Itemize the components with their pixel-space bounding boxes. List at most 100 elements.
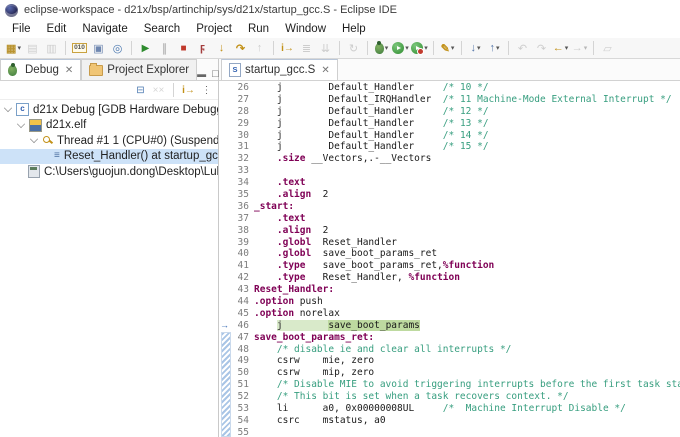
tab-startup-gcc[interactable]: S startup_gcc.S ✕ [221, 59, 338, 80]
tab-project-explorer-label: Project Explorer [107, 64, 189, 76]
code-line: 46 j save_boot_params [233, 320, 680, 332]
new-wizard-icon[interactable]: ▦▾ [5, 40, 22, 57]
line-number: 34 [233, 177, 254, 189]
workbench: Debug ✕ Project Explorer ▬ □ ⊟××i→⋮ cd21… [0, 59, 680, 437]
inspect-icon[interactable]: ◎ [109, 40, 126, 57]
code-text: .globl save_boot_params_ret [254, 248, 437, 260]
tree-item[interactable]: ≡Reset_Handler() at startup_gcc.S: [0, 149, 218, 165]
tree-item[interactable]: C:\Users\guojun.dong\Desktop\Luban [0, 164, 218, 180]
code-text: .text [254, 213, 306, 225]
code-line: 37 .text [233, 213, 680, 225]
frame-range-indicator [221, 332, 231, 437]
save-icon: ▤ [24, 40, 41, 57]
tab-project-explorer[interactable]: Project Explorer [81, 59, 197, 80]
code-line: 34 .text [233, 177, 680, 189]
step-over-icon[interactable]: ↷ [232, 40, 249, 57]
code-text: Reset_Handler: [254, 284, 334, 296]
menu-project[interactable]: Project [188, 22, 240, 36]
line-number: 29 [233, 118, 254, 130]
terminate-icon[interactable]: ■ [175, 40, 192, 57]
menu-bar: FileEditNavigateSearchProjectRunWindowHe… [0, 20, 680, 38]
code-line: 54 csrc mstatus, a0 [233, 415, 680, 427]
external-tools-icon[interactable]: ✎▾ [439, 40, 456, 57]
expander-icon[interactable] [4, 104, 12, 112]
code-text: .text [254, 177, 306, 189]
forward-icon: →▾ [571, 40, 588, 57]
expander-icon[interactable] [30, 135, 38, 143]
tab-debug[interactable]: Debug ✕ [0, 59, 81, 80]
menu-search[interactable]: Search [136, 22, 188, 36]
binary-file-icon[interactable]: 010 [71, 40, 88, 57]
instruction-stepping-icon[interactable]: i→ [279, 40, 296, 57]
code-text: li a0, 0x00000008UL /* Machine Interrupt… [254, 403, 626, 415]
code-text: /* This bit is set when a task recovers … [254, 391, 569, 403]
code-text: j save_boot_params [254, 320, 420, 332]
next-annotation-icon[interactable]: ↓▾ [467, 40, 484, 57]
line-number: 47 [233, 332, 254, 344]
view-menu-icon[interactable]: ⋮ [199, 83, 214, 98]
line-number: 46 [233, 320, 254, 332]
code-line: 53 li a0, 0x00000008UL /* Machine Interr… [233, 403, 680, 415]
step-into-icon[interactable]: ↓ [213, 40, 230, 57]
menu-edit[interactable]: Edit [39, 22, 75, 36]
last-edit-location-icon: ↶ [514, 40, 531, 57]
window-title: eclipse-workspace - d21x/bsp/artinchip/s… [24, 4, 397, 16]
code-line: 48 /* disable ie and clear all interrupt… [233, 344, 680, 356]
tree-item[interactable]: d21x.elf [0, 118, 218, 134]
minimize-view-icon[interactable]: ▬ [197, 69, 206, 79]
expander-icon[interactable] [17, 120, 25, 128]
menu-help[interactable]: Help [334, 22, 374, 36]
menu-file[interactable]: File [4, 22, 39, 36]
disconnect-icon[interactable]: ϝ [194, 40, 211, 57]
debug-launch-tree: cd21x Debug [GDB Hardware Debugging]d21x… [0, 100, 218, 180]
toolbar-separator [273, 41, 274, 55]
process-icon [28, 165, 40, 178]
tree-item-label: C:\Users\guojun.dong\Desktop\Luban [44, 166, 218, 178]
pin-editor-icon: ▱ [599, 40, 616, 57]
editor-body[interactable]: → 26 j Default_Handler /* 10 */27 j Defa… [219, 81, 680, 437]
toolbar-separator [367, 41, 368, 55]
code-line: 47save_boot_params_ret: [233, 332, 680, 344]
collapse-all-icon[interactable]: ⊟ [133, 83, 148, 98]
code-line: 50 csrw mip, zero [233, 367, 680, 379]
folder-icon [89, 65, 103, 76]
code-text: j Default_Handler /* 12 */ [254, 106, 489, 118]
maximize-view-icon[interactable]: □ [212, 68, 219, 80]
restart-icon: ↻ [345, 40, 362, 57]
instruction-stepping-mode-icon[interactable]: i→ [181, 83, 196, 98]
tree-item[interactable]: cd21x Debug [GDB Hardware Debugging] [0, 102, 218, 118]
line-number: 30 [233, 130, 254, 142]
profile-icon[interactable]: ▾ [411, 40, 428, 57]
close-icon[interactable]: ✕ [321, 65, 329, 76]
close-icon[interactable]: ✕ [65, 65, 73, 76]
console-icon[interactable]: ▣ [90, 40, 107, 57]
toolbar-separator [131, 41, 132, 55]
code-line: 27 j Default_IRQHandler /* 11 Machine-Mo… [233, 94, 680, 106]
stack-frame-icon: ≡ [54, 151, 60, 161]
code-text: j Default_Handler /* 10 */ [254, 82, 489, 94]
code-line: 26 j Default_Handler /* 10 */ [233, 82, 680, 94]
run-icon[interactable]: ▾ [392, 40, 409, 57]
code-text: .type save_boot_params_ret,%function [254, 260, 494, 272]
code-text: j Default_Handler /* 13 */ [254, 118, 489, 130]
tree-item[interactable]: Thread #1 1 (CPU#0) (Suspended : [0, 133, 218, 149]
back-icon[interactable]: ←▾ [552, 40, 569, 57]
code-line: 30 j Default_Handler /* 14 */ [233, 130, 680, 142]
menu-run[interactable]: Run [240, 22, 277, 36]
menu-navigate[interactable]: Navigate [74, 22, 135, 36]
line-number: 42 [233, 272, 254, 284]
line-number: 51 [233, 379, 254, 391]
code-line: 36_start: [233, 201, 680, 213]
save-all-icon: ▥ [43, 40, 60, 57]
code-text: _start: [254, 201, 294, 213]
editor-tabs: S startup_gcc.S ✕ [219, 59, 680, 81]
toolbar-separator [339, 41, 340, 55]
debug-icon[interactable]: ▾ [373, 40, 390, 57]
previous-annotation-icon[interactable]: ↑▾ [486, 40, 503, 57]
code-text: .option push [254, 296, 323, 308]
annotation-ruler[interactable]: → [219, 81, 232, 437]
title-bar: eclipse-workspace - d21x/bsp/artinchip/s… [0, 0, 680, 20]
code-line: 31 j Default_Handler /* 15 */ [233, 141, 680, 153]
menu-window[interactable]: Window [277, 22, 334, 36]
resume-icon[interactable]: ▶ [137, 40, 154, 57]
